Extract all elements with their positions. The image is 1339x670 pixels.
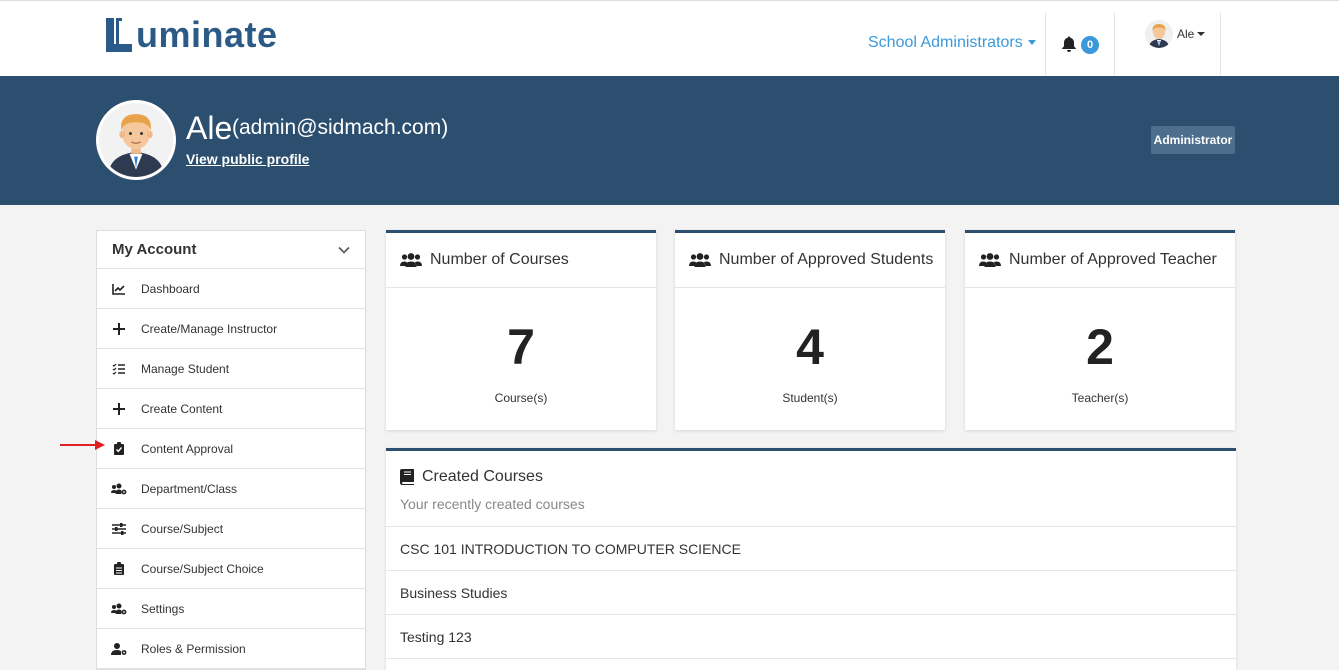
course-name: CSC 101 INTRODUCTION TO COMPUTER SCIENCE (400, 540, 741, 557)
luminate-logo[interactable]: uminate (104, 13, 278, 57)
stat-card-unit: Student(s) (782, 391, 838, 405)
divider (1114, 13, 1115, 75)
divider (1045, 13, 1046, 75)
stat-card-students: Number of Approved Students 4 Student(s) (675, 230, 945, 430)
annotation-arrow-icon (60, 440, 105, 450)
clipboard-list-icon (111, 561, 127, 577)
sidebar-item-create-manage-instructor[interactable]: Create/Manage Instructor (97, 309, 365, 349)
top-navbar: uminate School Administrators 0 Ale (0, 0, 1339, 76)
stat-card-title: Number of Courses (430, 251, 569, 268)
created-courses-header: Created Courses Your recently created co… (386, 451, 1236, 527)
logo-mark-icon (104, 16, 134, 54)
user-name: Ale (1177, 27, 1195, 41)
course-name: Business Studies (400, 584, 508, 601)
sidebar-item-label: Manage Student (141, 361, 230, 376)
stat-card-title: Number of Approved Students (719, 251, 934, 268)
caret-down-icon (1197, 32, 1206, 36)
stat-card-value: 7 (507, 319, 535, 375)
stat-card-value: 4 (796, 319, 824, 375)
bell-icon[interactable] (1060, 35, 1078, 53)
chart-line-icon (111, 281, 127, 297)
sidebar-item-label: Content Approval (141, 441, 234, 456)
sidebar-item-label: Course/Subject (141, 521, 224, 536)
sidebar-item-label: Department/Class (141, 481, 238, 496)
stat-card-header: Number of Approved Teacher (965, 233, 1235, 288)
profile-banner: Ale (admin@sidmach.com) View public prof… (0, 76, 1339, 205)
sidebar-header[interactable]: My Account (97, 231, 365, 269)
stat-card-title: Number of Approved Teacher (1009, 251, 1217, 268)
created-courses-panel: Created Courses Your recently created co… (386, 448, 1236, 670)
users-icon (689, 253, 711, 267)
list-item[interactable]: Business Studies (386, 571, 1236, 615)
plus-icon (111, 401, 127, 417)
chevron-down-icon (338, 246, 350, 254)
sidebar-item-label: Roles & Permission (141, 641, 246, 656)
profile-avatar (96, 100, 176, 180)
sidebar-item-dashboard[interactable]: Dashboard (97, 269, 365, 309)
sidebar-item-course-subject[interactable]: Course/Subject (97, 509, 365, 549)
sidebar-item-department-class[interactable]: Department/Class (97, 469, 365, 509)
divider (1220, 13, 1221, 75)
sidebar-item-label: Course/Subject Choice (141, 561, 264, 576)
caret-down-icon (1027, 40, 1036, 46)
users-icon (979, 253, 1001, 267)
user-dropdown[interactable]: Ale (1145, 20, 1206, 48)
sidebar-item-label: Create Content (141, 401, 223, 416)
profile-email: (admin@sidmach.com) (232, 116, 449, 139)
sliders-icon (111, 521, 127, 537)
plus-icon (111, 321, 127, 337)
users-icon (400, 253, 422, 267)
notification-count-badge[interactable]: 0 (1081, 36, 1099, 54)
course-name: Testing 123 (400, 628, 472, 645)
sidebar-item-label: Dashboard (141, 281, 200, 296)
role-dropdown-label: School Administrators (868, 34, 1023, 51)
role-badge: Administrator (1151, 126, 1235, 154)
stat-card-courses: Number of Courses 7 Course(s) (386, 230, 656, 430)
view-public-profile-link[interactable]: View public profile (186, 151, 309, 167)
created-courses-title-row: Created Courses (400, 468, 1222, 486)
list-item[interactable]: CSC 101 INTRODUCTION TO COMPUTER SCIENCE (386, 527, 1236, 571)
sidebar-item-settings[interactable]: Settings (97, 589, 365, 629)
stat-card-teachers: Number of Approved Teacher 2 Teacher(s) (965, 230, 1235, 430)
sidebar-item-content-approval[interactable]: Content Approval (97, 429, 365, 469)
stat-card-unit: Course(s) (494, 391, 548, 405)
role-dropdown[interactable]: School Administrators (868, 34, 1036, 52)
tasks-icon (111, 361, 127, 377)
sidebar-item-manage-student[interactable]: Manage Student (97, 349, 365, 389)
list-item[interactable]: Testing 123 (386, 615, 1236, 659)
sidebar-item-roles-permission[interactable]: Roles & Permission (97, 629, 365, 669)
logo-text: uminate (136, 14, 278, 55)
created-courses-subtitle: Your recently created courses (400, 496, 585, 512)
stat-card-value: 2 (1086, 319, 1114, 375)
book-icon (400, 469, 414, 485)
users-cog-icon (111, 601, 127, 617)
account-sidebar: My Account Dashboard Create/Manage Instr… (96, 230, 366, 670)
sidebar-item-create-content[interactable]: Create Content (97, 389, 365, 429)
sidebar-title: My Account (112, 241, 197, 258)
users-cog-icon (111, 481, 127, 497)
stat-card-header: Number of Approved Students (675, 233, 945, 288)
sidebar-item-label: Settings (141, 601, 185, 616)
user-cog-icon (111, 641, 127, 657)
sidebar-item-course-subject-choice[interactable]: Course/Subject Choice (97, 549, 365, 589)
avatar (1145, 20, 1173, 48)
stat-card-unit: Teacher(s) (1071, 391, 1129, 405)
stat-card-header: Number of Courses (386, 233, 656, 288)
clipboard-check-icon (111, 441, 127, 457)
profile-name: Ale (186, 110, 233, 146)
created-courses-title: Created Courses (422, 468, 543, 485)
sidebar-item-label: Create/Manage Instructor (141, 321, 278, 336)
